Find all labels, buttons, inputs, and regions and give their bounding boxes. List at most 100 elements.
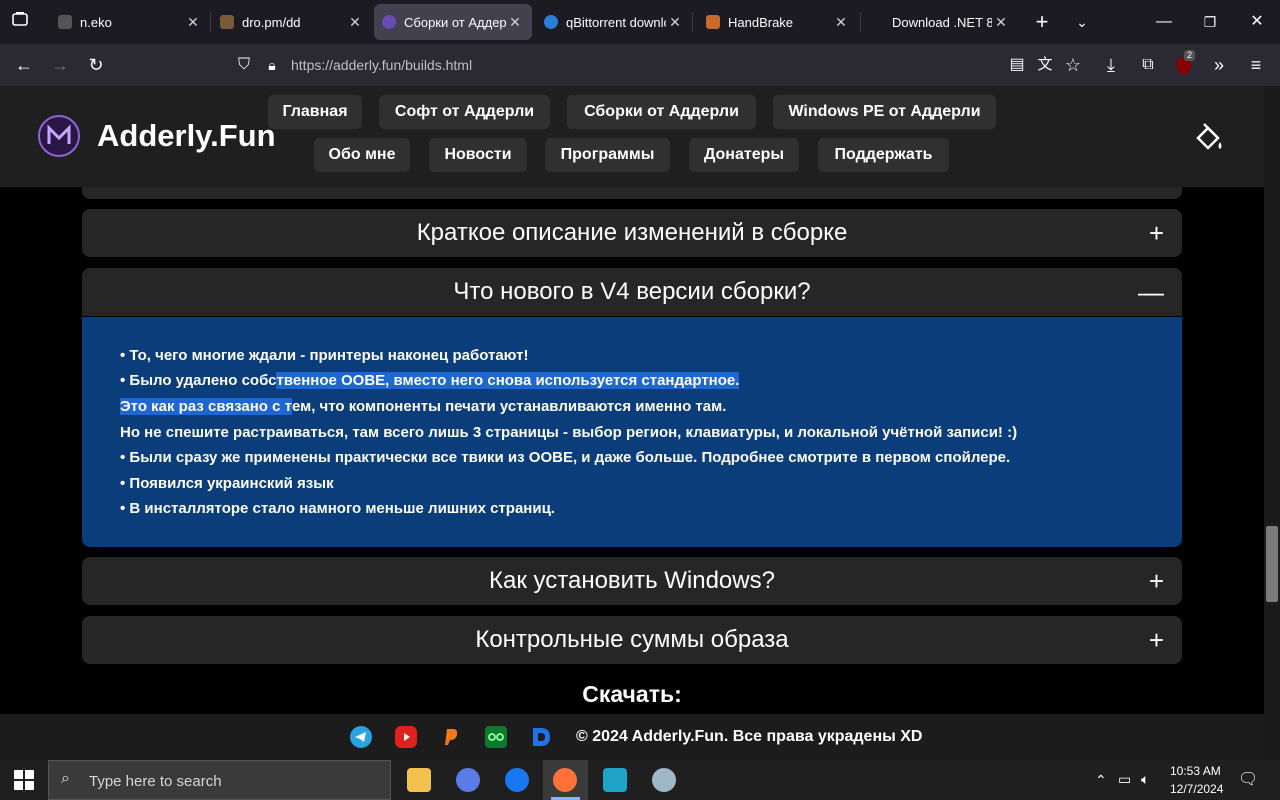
tab-title: dro.pm/dd [242,14,301,30]
nav-builds[interactable]: Сборки от Аддерли [567,95,756,129]
file-explorer-icon[interactable] [407,768,431,792]
site-logo-text[interactable]: Adderly.Fun [97,118,276,154]
menu-hamburger-icon[interactable]: ≡ [1242,44,1270,86]
accordion-title: Как установить Windows? [489,567,775,594]
nav-home[interactable]: Главная [268,95,362,129]
theme-paint-bucket-icon[interactable] [1190,120,1226,156]
shield-icon[interactable]: ⛉ [230,49,258,81]
extension-badge: 2 [1184,50,1196,61]
accordion-title: Контрольные суммы образа [475,626,789,653]
nav-news[interactable]: Новости [429,138,527,172]
whats-new-line: • В инсталляторе стало намного меньше ли… [120,500,555,517]
list-all-tabs-icon[interactable]: ⌄ [1068,0,1096,44]
accordion-changes-summary[interactable]: Краткое описание изменений в сборке + [82,209,1182,257]
boosty-icon[interactable] [440,726,462,748]
bookmark-star-icon[interactable]: ☆ [1059,44,1087,86]
copyright-text: © 2024 Adderly.Fun. Все права украдены X… [576,728,923,745]
whats-new-panel: • То, чего многие ждали - принтеры након… [82,317,1182,547]
close-tab-icon[interactable]: ✕ [184,14,202,31]
firefox-taskbar-active[interactable] [543,760,588,800]
browser-toolbar: ← → ↻ ⛉ 🔒︎ https://adderly.fun/builds.ht… [0,44,1280,86]
nav-support[interactable]: Поддержать [818,138,949,172]
whats-new-line: • Были сразу же применены практически вс… [120,449,1011,466]
extensions-icon[interactable]: ⧉ [1134,44,1162,86]
tab-neko[interactable]: n.eko ✕ [50,0,210,44]
search-placeholder: Type here to search [89,773,222,790]
tab-dotnet[interactable]: Download .NET 8.0 ✕ [862,0,1018,44]
download-heading: Скачать: [582,681,682,707]
accordion-item-partial[interactable] [82,187,1182,199]
taskbar-search-box[interactable]: ⌕ Type here to search [48,760,391,800]
ublock-icon[interactable]: 2 [1170,44,1198,86]
close-tab-icon[interactable]: ✕ [666,14,684,31]
tab-qbittorrent[interactable]: qBittorrent downlo ✕ [536,0,692,44]
close-tab-icon[interactable]: ✕ [346,14,364,31]
expand-plus-icon[interactable]: + [1149,616,1164,664]
nav-programs[interactable]: Программы [545,138,670,172]
adderly-favicon [382,15,396,29]
expand-plus-icon[interactable]: + [1149,557,1164,605]
firefox-icon [553,768,577,792]
youtube-icon[interactable] [395,726,417,748]
tab-overview-icon[interactable] [6,0,34,44]
nav-donators[interactable]: Донатеры [689,138,799,172]
accordion-whats-new[interactable]: Что нового в V4 версии сборки? — [82,268,1182,316]
close-window-icon[interactable]: ✕ [1243,0,1271,44]
minimize-window-icon[interactable]: — [1150,0,1178,44]
qbittorrent-favicon [544,15,558,29]
downloads-icon[interactable]: ⤓ [1097,44,1125,86]
nav-soft[interactable]: Софт от Аддерли [379,95,550,129]
accordion-checksums[interactable]: Контрольные суммы образа + [82,616,1182,664]
new-tab-icon[interactable]: + [1028,0,1056,44]
url-text[interactable]: https://adderly.fun/builds.html [291,57,472,73]
windows-start-icon[interactable] [14,770,34,795]
page-scrollbar[interactable] [1264,86,1280,760]
remote-desktop-icon[interactable] [603,768,627,792]
main-content: Краткое описание изменений в сборке + Чт… [0,187,1264,714]
clipchamp-icon[interactable] [456,768,480,792]
expand-plus-icon[interactable]: + [1149,209,1164,257]
whats-new-line: Это как раз связано с тем, что компонент… [120,398,727,415]
accordion-title: Краткое описание изменений в сборке [416,219,848,246]
network-icon[interactable]: ▭ [1118,771,1131,788]
clock-date[interactable]: 12/7/2024 [1170,782,1223,796]
notifications-icon[interactable]: 🗨︎ [1238,769,1258,789]
vk-play-icon[interactable] [485,726,507,748]
restore-window-icon[interactable]: ❐ [1196,0,1224,44]
forward-arrow-icon[interactable]: → [46,44,74,86]
tab-adderly-builds[interactable]: Сборки от Аддерли ✕ [374,4,532,40]
close-tab-icon[interactable]: ✕ [832,14,850,31]
adderly-logo-icon[interactable] [38,115,80,157]
volume-muted-icon[interactable]: 🔈︎ [1141,771,1149,788]
reload-icon[interactable]: ↻ [82,44,110,86]
handbrake-favicon [706,15,720,29]
telegram-icon[interactable] [350,726,372,748]
lock-icon[interactable]: 🔒︎ [258,49,286,81]
more-tools-icon[interactable]: » [1205,44,1233,86]
accordion-install-windows[interactable]: Как установить Windows? + [82,557,1182,605]
collapse-minus-icon[interactable]: — [1138,268,1164,316]
tab-title: n.eko [80,14,112,30]
nav-windows-pe[interactable]: Windows PE от Аддерли [773,95,996,129]
reader-view-icon[interactable]: ▤ [1003,44,1031,86]
scrollbar-thumb[interactable] [1266,526,1278,602]
dropm-favicon [220,15,234,29]
address-bar[interactable]: ⛉ 🔒︎ https://adderly.fun/builds.html [228,49,1008,81]
back-arrow-icon[interactable]: ← [10,44,38,86]
nav-about[interactable]: Обо мне [314,138,410,172]
tab-dropm[interactable]: dro.pm/dd ✕ [212,0,372,44]
whats-new-line: • Появился украинский язык [120,475,334,492]
search-icon: ⌕ [61,770,70,787]
close-tab-icon[interactable]: ✕ [992,14,1010,31]
close-tab-icon[interactable]: ✕ [506,14,524,31]
facebook-icon[interactable] [505,768,529,792]
site-header: Adderly.Fun Главная Софт от Аддерли Сбор… [0,86,1264,187]
tray-chevron-up-icon[interactable]: ⌃ [1095,772,1107,789]
installer-icon[interactable] [652,768,676,792]
donationalerts-icon[interactable] [530,726,552,748]
tab-handbrake[interactable]: HandBrake ✕ [698,0,858,44]
tab-title: Сборки от Аддерли [404,14,506,30]
translate-icon[interactable]: 文 [1031,44,1059,86]
tab-title: qBittorrent downlo [566,14,666,30]
clock-time[interactable]: 10:53 AM [1170,764,1221,778]
